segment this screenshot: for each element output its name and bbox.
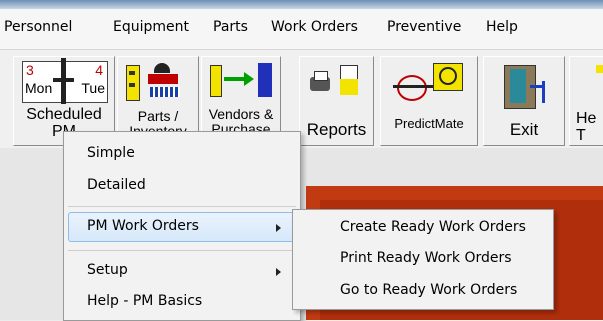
reports-label: Reports [306, 120, 367, 139]
printer-icon [306, 65, 366, 101]
exit-button[interactable]: Exit [483, 56, 565, 146]
menu-personnel[interactable]: Personnel [4, 19, 72, 35]
window-top-strip [0, 0, 603, 9]
predictmate-label: PredictMate [394, 116, 464, 131]
submenu-arrow-icon [276, 268, 281, 276]
menu-separator [68, 250, 296, 251]
menu-item-pm-work-orders[interactable]: PM Work Orders [87, 218, 199, 234]
calendar-weekday: Mon [25, 80, 53, 96]
menu-item-print-ready-work-orders[interactable]: Print Ready Work Orders [340, 250, 512, 266]
menu-item-go-to-ready-work-orders[interactable]: Go to Ready Work Orders [340, 282, 517, 298]
menu-parts[interactable]: Parts [213, 19, 248, 35]
reports-button[interactable]: Reports [299, 56, 374, 146]
exit-door-icon [504, 61, 545, 111]
menu-bar: Personnel Equipment Parts Work Orders Pr… [0, 9, 603, 50]
menu-separator [68, 206, 296, 207]
predictmate-button[interactable]: PredictMate [380, 56, 478, 146]
menu-item-setup[interactable]: Setup [87, 262, 128, 278]
parts-inventory-icon [124, 61, 190, 101]
help-label: He T [576, 110, 597, 144]
menu-equipment[interactable]: Equipment [113, 19, 189, 35]
menu-item-simple[interactable]: Simple [87, 145, 135, 161]
calendar-day-number: 3 [26, 62, 34, 78]
submenu-arrow-icon [276, 224, 281, 232]
pm-work-orders-submenu: Create Ready Work Orders Print Ready Wor… [292, 209, 554, 310]
menu-item-detailed[interactable]: Detailed [87, 177, 146, 193]
calendar-day-number: 4 [95, 62, 103, 78]
exit-label: Exit [509, 120, 539, 139]
menu-item-create-ready-work-orders[interactable]: Create Ready Work Orders [340, 219, 526, 235]
menu-item-help-pm-basics[interactable]: Help - PM Basics [87, 293, 202, 309]
preventive-context-menu: Simple Detailed PM Work Orders Setup Hel… [63, 131, 301, 321]
menu-help[interactable]: Help [486, 19, 518, 35]
vendor-arrow-icon [208, 61, 274, 101]
predictmate-icon [393, 61, 467, 101]
menu-preventive[interactable]: Preventive [387, 19, 461, 35]
help-icon [596, 65, 603, 73]
calendar-weekday: Tue [81, 80, 105, 96]
menu-work-orders[interactable]: Work Orders [271, 19, 358, 35]
help-button[interactable]: He T [569, 56, 603, 146]
calendar-icon: 3 4 Mon Tue [22, 58, 108, 104]
